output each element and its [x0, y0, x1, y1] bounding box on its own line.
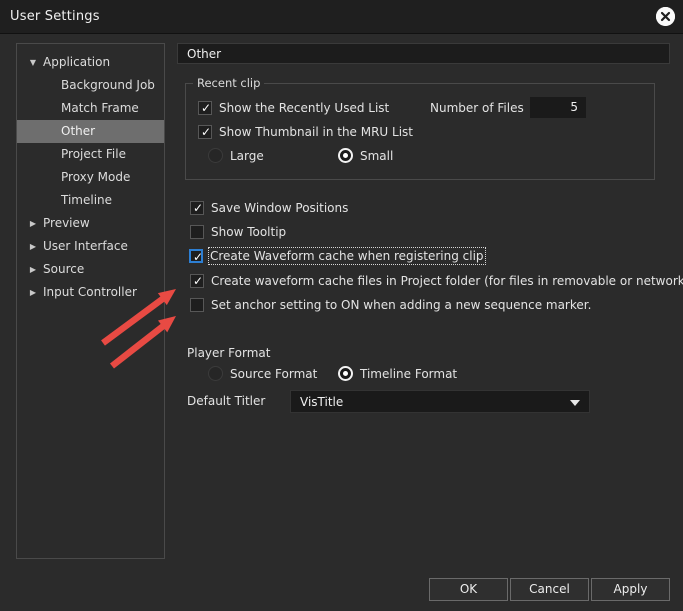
settings-category-tree[interactable]: ▼ Application Background Job Match Frame Oth… — [16, 43, 165, 559]
sidebar-item-label: User Interface — [43, 239, 128, 253]
sidebar-item-label: Other — [61, 124, 96, 138]
sidebar-item-label: Source — [43, 262, 85, 276]
ok-button[interactable]: OK — [429, 578, 508, 601]
sidebar-item-application[interactable]: ▼ Application — [17, 51, 164, 74]
cancel-button[interactable]: Cancel — [510, 578, 589, 601]
sidebar-item-proxy-mode[interactable]: Proxy Mode — [17, 166, 164, 189]
radio-label: Timeline Format — [360, 366, 458, 381]
chevron-right-icon[interactable]: ▶ — [27, 281, 39, 304]
panel-header-label: Other — [187, 47, 222, 61]
radio-circle — [338, 366, 353, 381]
checkbox-label: Save Window Positions — [211, 201, 349, 215]
sidebar-item-label: Project File — [61, 147, 126, 161]
sidebar-item-preview[interactable]: ▶ Preview — [17, 212, 164, 235]
default-titler-label: Default Titler — [187, 394, 266, 408]
panel-header: Other — [177, 43, 670, 64]
checkbox-box: ✓ — [198, 125, 212, 139]
window-titlebar: User Settings — [0, 0, 683, 34]
sidebar-item-label: Timeline — [61, 193, 113, 207]
chevron-down-icon — [570, 400, 580, 406]
sidebar-item-user-interface[interactable]: ▶ User Interface — [17, 235, 164, 258]
radio-player-format-timeline[interactable]: Timeline Format — [338, 366, 457, 381]
checkbox-label: Show the Recently Used List — [219, 101, 390, 115]
sidebar-item-label: Match Frame — [61, 101, 139, 115]
checkbox-label: Create Waveform cache when registering c… — [208, 247, 486, 265]
radio-thumbnail-size-small[interactable]: Small — [338, 148, 393, 163]
window-title: User Settings — [10, 9, 100, 24]
radio-circle — [208, 366, 223, 381]
checkbox-show-recently-used-list[interactable]: ✓ Show the Recently Used List — [198, 101, 389, 115]
sidebar-item-background-job[interactable]: Background Job — [17, 74, 164, 97]
checkbox-label: Create waveform cache files in Project f… — [211, 274, 683, 288]
player-format-label: Player Format — [187, 346, 271, 360]
checkbox-show-thumbnail-in-mru-list[interactable]: ✓ Show Thumbnail in the MRU List — [198, 125, 413, 139]
apply-button[interactable]: Apply — [591, 578, 670, 601]
radio-player-format-source[interactable]: Source Format — [208, 366, 317, 381]
chevron-down-icon[interactable]: ▼ — [27, 51, 39, 74]
checkbox-create-waveform-cache-when-registering-clip[interactable]: ✓ Create Waveform cache when registering… — [189, 247, 486, 265]
sidebar-item-label: Proxy Mode — [61, 170, 131, 184]
checkbox-label: Set anchor setting to ON when adding a n… — [211, 298, 592, 312]
radio-circle — [208, 148, 223, 163]
radio-thumbnail-size-large[interactable]: Large — [208, 148, 264, 163]
sidebar-item-label: Background Job — [61, 78, 155, 92]
sidebar-item-label: Application — [43, 55, 111, 69]
checkbox-box — [190, 298, 204, 312]
sidebar-item-input-controller[interactable]: ▶ Input Controller — [17, 281, 164, 304]
checkbox-label: Show Tooltip — [211, 225, 287, 239]
checkbox-show-tooltip[interactable]: Show Tooltip — [190, 225, 286, 239]
chevron-right-icon[interactable]: ▶ — [27, 212, 39, 235]
checkbox-box: ✓ — [190, 201, 204, 215]
sidebar-item-label: Input Controller — [43, 285, 137, 299]
sidebar-item-source[interactable]: ▶ Source — [17, 258, 164, 281]
radio-label: Large — [230, 148, 264, 163]
radio-label: Small — [360, 148, 394, 163]
sidebar-item-match-frame[interactable]: Match Frame — [17, 97, 164, 120]
sidebar-item-timeline[interactable]: Timeline — [17, 189, 164, 212]
close-icon[interactable] — [656, 7, 675, 26]
recent-clip-legend: Recent clip — [193, 76, 265, 90]
chevron-right-icon[interactable]: ▶ — [27, 258, 39, 281]
sidebar-item-other[interactable]: Other — [17, 120, 164, 143]
number-of-files-input[interactable]: 5 — [530, 97, 586, 118]
radio-label: Source Format — [230, 366, 318, 381]
checkbox-create-waveform-cache-files-in-project-folder[interactable]: ✓ Create waveform cache files in Project… — [190, 274, 683, 288]
default-titler-value: VisTitle — [300, 395, 344, 409]
default-titler-dropdown[interactable]: VisTitle — [290, 390, 590, 413]
checkbox-box: ✓ — [198, 101, 212, 115]
chevron-right-icon[interactable]: ▶ — [27, 235, 39, 258]
checkbox-save-window-positions[interactable]: ✓ Save Window Positions — [190, 201, 348, 215]
radio-circle — [338, 148, 353, 163]
checkbox-box: ✓ — [189, 249, 203, 264]
sidebar-item-label: Preview — [43, 216, 90, 230]
checkbox-box — [190, 225, 204, 239]
checkbox-set-anchor-setting-on-new-sequence-marker[interactable]: Set anchor setting to ON when adding a n… — [190, 298, 591, 312]
sidebar-item-project-file[interactable]: Project File — [17, 143, 164, 166]
checkbox-box: ✓ — [190, 274, 204, 288]
checkbox-label: Show Thumbnail in the MRU List — [219, 125, 414, 139]
number-of-files-label: Number of Files — [430, 101, 524, 115]
